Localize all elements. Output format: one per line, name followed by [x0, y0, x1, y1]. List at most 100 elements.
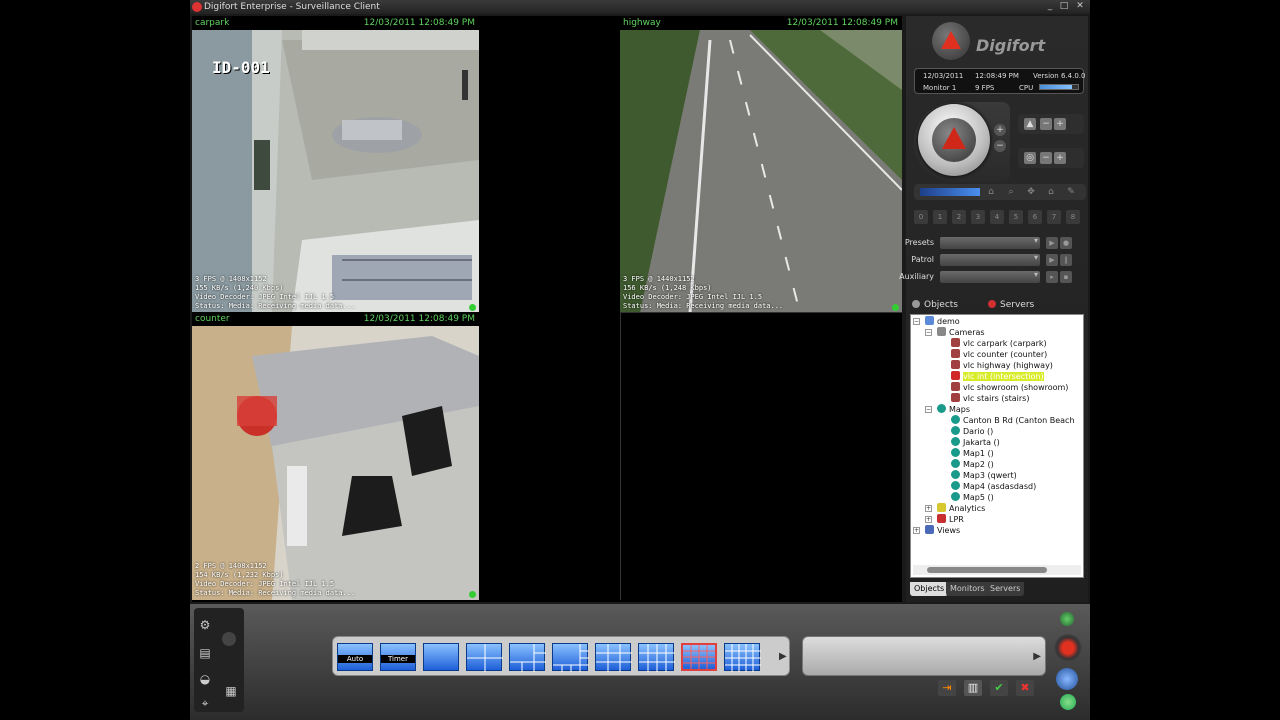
zoom-in-button[interactable]: +: [994, 124, 1006, 136]
tree-camera-item[interactable]: vlc stairs (stairs): [951, 393, 1029, 404]
pause-icon[interactable]: ‖: [1060, 254, 1072, 266]
patrol-select[interactable]: [940, 253, 1040, 266]
layout-4x4-button-active[interactable]: [681, 643, 717, 671]
clapper-icon[interactable]: ▤: [196, 646, 214, 660]
tree-camera-item[interactable]: vlc counter (counter): [951, 349, 1047, 360]
tree-node-cameras[interactable]: − Cameras: [925, 327, 985, 338]
objects-header[interactable]: Objects: [912, 298, 958, 312]
tools-icon[interactable]: ✎: [1066, 187, 1076, 197]
digit-button[interactable]: 0: [914, 210, 928, 224]
record-toggle-icon[interactable]: [222, 632, 236, 646]
minimize-icon[interactable]: _: [1044, 1, 1056, 12]
refresh-button[interactable]: [1060, 694, 1076, 710]
digit-button[interactable]: 1: [933, 210, 947, 224]
camera-tile-empty[interactable]: [620, 312, 902, 600]
joystick-icon[interactable]: ⌖: [196, 696, 214, 710]
iris-minus-button[interactable]: −: [1040, 152, 1052, 164]
auxiliary-select[interactable]: [940, 270, 1040, 283]
globe-button[interactable]: [1056, 668, 1078, 690]
digit-button[interactable]: 4: [990, 210, 1004, 224]
power-button[interactable]: [1054, 634, 1082, 662]
target-icon[interactable]: ✥: [1026, 187, 1036, 197]
iris-plus-button[interactable]: +: [1054, 152, 1066, 164]
digit-button[interactable]: 5: [1009, 210, 1023, 224]
tree-map-item[interactable]: Map2 (): [951, 459, 994, 470]
digit-button[interactable]: 7: [1047, 210, 1061, 224]
play-icon[interactable]: ▶: [1046, 237, 1058, 249]
layout-auto-button[interactable]: Auto: [337, 643, 373, 671]
tree-map-item[interactable]: Map1 (): [951, 448, 994, 459]
collapse-icon[interactable]: −: [925, 406, 932, 413]
search-icon[interactable]: ⌕: [1006, 187, 1016, 197]
collapse-icon[interactable]: −: [913, 318, 920, 325]
tree-camera-item-selected[interactable]: vlc int (intersection): [951, 371, 1044, 382]
layout-next-arrow-icon[interactable]: ▶: [779, 651, 787, 662]
horizontal-scrollbar[interactable]: [913, 565, 1081, 575]
cancel-icon[interactable]: ✖: [1016, 680, 1034, 696]
tree-node-maps[interactable]: − Maps: [925, 404, 970, 415]
camera-tile-counter[interactable]: counter 12/03/2011 12:08:49 PM 2 FPS @ 1…: [192, 312, 479, 600]
digit-button[interactable]: 2: [952, 210, 966, 224]
tree-map-item[interactable]: Map3 (qwert): [951, 470, 1017, 481]
layout-3x3-button[interactable]: [595, 643, 632, 672]
tree-camera-item[interactable]: vlc highway (highway): [951, 360, 1053, 371]
lock-icon[interactable]: ⌂: [986, 187, 996, 197]
collapse-icon[interactable]: −: [925, 329, 932, 336]
digit-button[interactable]: 8: [1066, 210, 1080, 224]
tree-map-item[interactable]: Dario (): [951, 426, 993, 437]
camera-tile-carpark[interactable]: carpark 12/03/2011 12:08:49 PM ID-001 3 …: [192, 16, 479, 313]
tab-servers[interactable]: Servers: [986, 582, 1025, 596]
focus-plus-button[interactable]: +: [1054, 118, 1066, 130]
export-icon[interactable]: ⇥: [938, 680, 956, 696]
tree-camera-item[interactable]: vlc carpark (carpark): [951, 338, 1047, 349]
layout-1plus5-button[interactable]: [509, 643, 546, 672]
record-icon[interactable]: ●: [1060, 237, 1072, 249]
tree-map-item[interactable]: Map5 (): [951, 492, 994, 503]
layout-1plus7-button[interactable]: [552, 643, 589, 672]
settings-icon[interactable]: ⚙: [196, 618, 214, 632]
aux-on-icon[interactable]: ▸: [1046, 271, 1058, 283]
presets-select[interactable]: [940, 236, 1040, 249]
tab-objects[interactable]: Objects: [910, 582, 949, 596]
tree-camera-item[interactable]: vlc showroom (showroom): [951, 382, 1068, 393]
expand-icon[interactable]: +: [925, 505, 932, 512]
tree-map-item[interactable]: Jakarta (): [951, 437, 1000, 448]
tree-node-views[interactable]: + Views: [913, 525, 960, 536]
tree-node-analytics[interactable]: + Analytics: [925, 503, 985, 514]
tree-node-label: Map5 (): [963, 493, 994, 502]
layout-5x5-button[interactable]: [724, 643, 761, 672]
focus-minus-button[interactable]: −: [1040, 118, 1052, 130]
tab-monitors[interactable]: Monitors: [946, 582, 989, 596]
disk-icon[interactable]: ◒: [196, 672, 214, 686]
ptz-speed-slider[interactable]: ⌂ ⌕ ✥ ⌂ ✎: [914, 184, 1086, 200]
tree-map-item[interactable]: Map4 (asdasdasd): [951, 481, 1036, 492]
digit-button[interactable]: 3: [971, 210, 985, 224]
home-icon[interactable]: ⌂: [1046, 187, 1056, 197]
view-next-arrow-icon[interactable]: ▶: [1033, 651, 1041, 662]
view-name-box[interactable]: ▶: [802, 636, 1046, 676]
tree-map-item[interactable]: Canton B Rd (Canton Beach: [951, 415, 1075, 426]
delete-icon[interactable]: ▥: [964, 680, 982, 696]
ptz-joystick[interactable]: [918, 104, 990, 176]
keyboard-icon[interactable]: ▦: [222, 684, 240, 698]
check-icon[interactable]: ✔: [990, 680, 1008, 696]
expand-icon[interactable]: +: [925, 516, 932, 523]
digit-button[interactable]: 6: [1028, 210, 1042, 224]
highway-video-frame: [620, 30, 902, 313]
layout-3x4-button[interactable]: [638, 643, 675, 672]
layout-2x2-button[interactable]: [466, 643, 503, 672]
camera-tile-highway[interactable]: highway 12/03/2011 12:08:49 PM 3 FPS @ 1…: [620, 16, 902, 313]
aux-off-icon[interactable]: ▪: [1060, 271, 1072, 283]
play-icon[interactable]: ▶: [1046, 254, 1058, 266]
servers-header[interactable]: Servers: [988, 298, 1034, 312]
maximize-icon[interactable]: □: [1058, 1, 1070, 12]
tree-node-lpr[interactable]: + LPR: [925, 514, 964, 525]
tree-node-root[interactable]: − demo: [913, 316, 960, 327]
expand-icon[interactable]: +: [913, 527, 920, 534]
online-icon[interactable]: [1060, 612, 1074, 626]
zoom-out-button[interactable]: −: [994, 140, 1006, 152]
layout-timer-button[interactable]: Timer: [380, 643, 416, 671]
close-icon[interactable]: ✕: [1074, 1, 1086, 12]
layout-1x1-button[interactable]: [423, 643, 459, 671]
scrollbar-thumb[interactable]: [927, 567, 1047, 573]
